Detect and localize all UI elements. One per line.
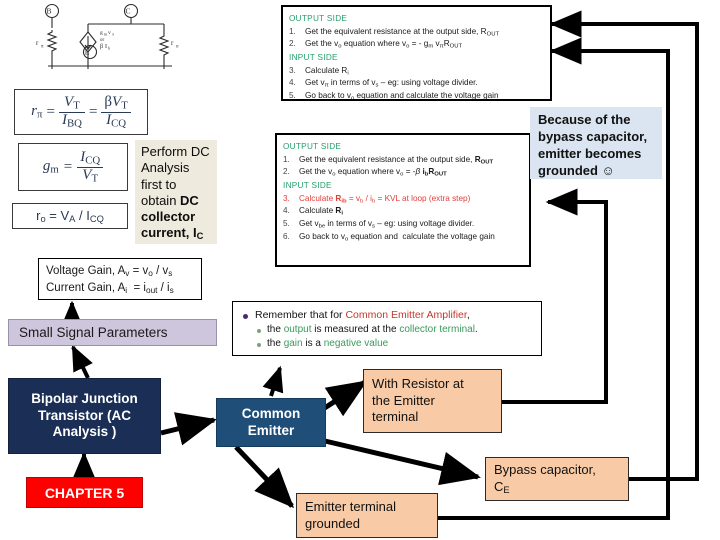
gain-definitions-box: Voltage Gain, Av = vo / vs Current Gain,…	[38, 258, 202, 300]
dc-analysis-note-text: Perform DC Analysis first to obtain DC c…	[141, 144, 210, 242]
svg-text:β: β	[100, 44, 103, 50]
connector-common-emitter-to-bypass	[324, 438, 481, 486]
bjt-ac-analysis-box[interactable]: Bipolar Junction Transistor (AC Analysis…	[8, 378, 161, 454]
voltage-gain-line: Voltage Gain, Av = vo / vs	[46, 265, 173, 278]
bypass-capacitor-note: Because of the bypass capacitor, emitter…	[530, 107, 662, 179]
rb2-mid: is a	[302, 338, 324, 349]
bypass-capacitor-line-1: Bypass capacitor,	[494, 461, 596, 477]
procedure-step: 5. Get vbe in terms of vs – eg: using vol…	[283, 218, 475, 230]
small-signal-parameters-box[interactable]: Small Signal Parameters	[8, 319, 217, 346]
current-gain-line: Current Gain, Ai = iout / is	[46, 281, 174, 295]
common-emitter-line-1: Common	[241, 406, 301, 422]
rb1-pre: the	[267, 324, 284, 335]
rb2-pre: the	[267, 338, 284, 349]
emitter-grounded-line-2: grounded	[305, 515, 360, 531]
procedure-step: 6. Go back to vo equation and calculate t…	[283, 231, 495, 242]
rb1-g2: collector terminal	[399, 324, 475, 335]
bjt-line-2: Transistor (AC	[37, 407, 131, 423]
svg-text:C: C	[125, 7, 130, 16]
input-side-heading-1: INPUT SIDE	[289, 52, 338, 62]
procedure-step: 4. Calculate Ri	[283, 206, 343, 217]
procedure-step: 2. Get the vo equation where vo = -β ibRO…	[283, 167, 447, 178]
with-resistor-line-1: With Resistor at	[372, 375, 464, 391]
bypass-note-line-4: grounded ☺	[538, 163, 615, 179]
with-resistor-line-3: terminal	[372, 409, 419, 425]
rb2-g2: negative value	[323, 338, 389, 349]
with-resistor-line-2: the Emitter	[372, 392, 435, 408]
svg-text:r: r	[36, 39, 39, 47]
hybrid-pi-circuit-diagram: B C E r π r o g m v π or β I b	[32, 2, 184, 74]
sub-bullet-icon	[257, 329, 261, 333]
rb1-mid: is measured at the	[311, 324, 400, 335]
dc-analysis-note: Perform DC Analysis first to obtain DC c…	[135, 140, 217, 244]
common-emitter-line-2: Emitter	[247, 422, 295, 438]
bypass-note-line-2: bypass capacitor,	[538, 129, 648, 145]
procedure-step: 3. Calculate Ri	[289, 65, 349, 76]
small-signal-parameters-label: Small Signal Parameters	[19, 325, 168, 340]
chapter-5-box[interactable]: CHAPTER 5	[26, 477, 143, 508]
chapter-5-label: CHAPTER 5	[44, 484, 125, 501]
bullet-icon	[243, 314, 248, 319]
formula-gm: gm = ICQ VT g_m = I_CQ / V_T	[18, 143, 128, 191]
sub-bullet-icon	[257, 343, 261, 347]
procedure-step: 1. Get the equivalent resistance at the o…	[283, 154, 494, 165]
remember-box: Remember that for Common Emitter Amplifi…	[232, 301, 542, 356]
remember-highlight-text: Common Emitter Amplifier	[345, 309, 467, 321]
connector-common-emitter-to-resistor	[321, 379, 368, 417]
formula-r-pi: rπ = VT IBQ = βVT ICQ rπ = V_T / I_BQ = …	[14, 89, 148, 135]
bjt-line-3: Analysis )	[52, 424, 117, 440]
emitter-grounded-line-1: Emitter terminal	[305, 498, 397, 514]
svg-text:g: g	[100, 30, 103, 36]
svg-text:b: b	[108, 46, 110, 51]
slide-canvas: B C E r π r o g m v π or β I b rπ = VT I…	[0, 0, 720, 540]
bjt-line-1: Bipolar Junction	[31, 391, 138, 407]
svg-text:E: E	[85, 48, 90, 57]
bypass-note-line-3: emitter becomes	[538, 146, 642, 162]
formula-ro: ro = VA / ICQ r_o = V_A / I_CQ	[12, 203, 128, 229]
svg-text:or: or	[100, 38, 105, 43]
rb2-g1: gain	[283, 338, 303, 349]
bypass-note-line-1: Because of the	[538, 112, 631, 127]
rb1-g1: output	[283, 324, 312, 335]
svg-text:o: o	[176, 45, 179, 50]
svg-text:π: π	[41, 45, 44, 50]
remember-bullet-2: the gain is a negative value	[257, 338, 533, 349]
svg-text:r: r	[171, 39, 174, 47]
connector-bjt-to-params	[71, 344, 93, 379]
remember-lead-line: Remember that for Common Emitter Amplifi…	[243, 309, 533, 321]
procedure-step: 5. Go back to vo equation and calculate t…	[289, 90, 499, 102]
remember-lead-tail: ,	[466, 309, 470, 321]
connector-common-emitter-to-remember	[262, 365, 284, 397]
procedure-step: 1. Get the equivalent resistance at the o…	[289, 26, 500, 37]
procedure-box-with-emitter-resistor: OUTPUT SIDE 1. Get the equivalent resista…	[275, 133, 531, 267]
output-side-heading-1: OUTPUT SIDE	[289, 14, 348, 23]
procedure-step: 4. Get vπ in terms of vs – eg: using volt…	[289, 78, 478, 89]
procedure-box-emitter-grounded: OUTPUT SIDE 1. Get the equivalent resista…	[281, 5, 552, 101]
svg-text:I: I	[105, 44, 107, 50]
svg-text:v: v	[108, 30, 111, 36]
remember-bullet-1: the output is measured at the collector …	[257, 324, 533, 335]
rb1-post: .	[474, 324, 478, 335]
output-side-heading-2: OUTPUT SIDE	[283, 142, 342, 151]
remember-lead-text: Remember that for	[255, 309, 346, 321]
connector-bypass-to-top-procedure	[549, 10, 699, 481]
svg-text:B: B	[46, 7, 51, 16]
svg-text:π: π	[112, 32, 114, 37]
connector-bjt-to-common-emitter	[160, 412, 217, 446]
bypass-capacitor-box[interactable]: Bypass capacitor, CE	[485, 457, 629, 501]
bypass-capacitor-line-2: CE	[494, 478, 510, 495]
emitter-terminal-grounded-box[interactable]: Emitter terminal grounded	[296, 493, 438, 538]
connector-common-emitter-to-grounded	[234, 445, 295, 509]
with-resistor-box[interactable]: With Resistor at the Emitter terminal	[363, 369, 502, 433]
procedure-step: 2. Get the vo equation where vo = - gm vπ…	[289, 39, 463, 50]
procedure-step-highlighted: 3. Calculate Rib = vb / ib = KVL at loop …	[283, 193, 471, 204]
common-emitter-box[interactable]: Common Emitter	[216, 398, 326, 447]
input-side-heading-2: INPUT SIDE	[283, 180, 332, 190]
